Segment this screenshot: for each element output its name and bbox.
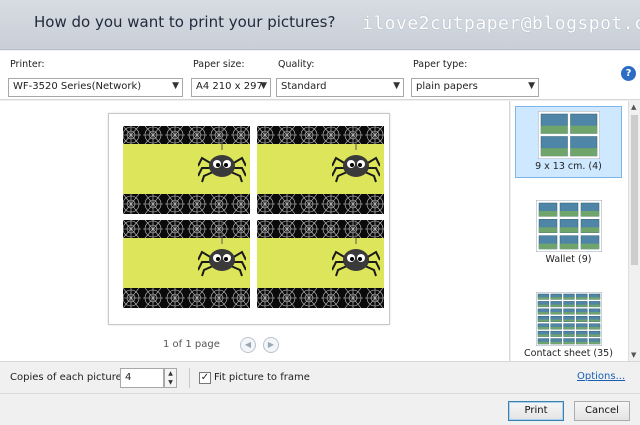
copies-label: Copies of each picture: [10,372,126,383]
print-button[interactable]: Print [508,401,564,421]
layout-option-contact-sheet[interactable]: Contact sheet (35) [515,288,622,360]
options-bar: Copies of each picture: 4 ▲ ▼ ✓ Fit pict… [0,361,640,393]
layout-list: 9 x 13 cm. (4) Wallet (9) Contact sheet … [511,101,628,361]
options-link[interactable]: Options... [577,371,625,382]
dialog-footer: Print Cancel [0,393,640,425]
layout-scrollbar[interactable]: ▲ ▼ [628,101,640,361]
preview-picture [123,220,250,308]
layout-thumbnail [537,111,600,159]
print-preview-area: 1 of 1 page ◀ ▶ [0,101,510,361]
spiderweb-pattern [257,193,384,214]
layout-caption: Contact sheet (35) [524,348,613,359]
layout-caption: Wallet (9) [545,254,592,265]
layout-caption: 9 x 13 cm. (4) [535,161,602,172]
spider-icon [331,220,381,283]
chevron-down-icon: ▼ [172,81,179,91]
layout-option-wallet[interactable]: Wallet (9) [515,196,622,268]
paper-size-value: A4 210 x 297 [196,81,263,92]
preview-picture [257,126,384,214]
paper-type-label: Paper type: [413,59,468,70]
layout-option-9x13[interactable]: 9 x 13 cm. (4) [515,106,622,178]
scroll-down-icon[interactable]: ▼ [631,351,636,359]
paper-type-value: plain papers [416,81,478,92]
preview-picture [257,220,384,308]
quality-value: Standard [281,81,327,92]
preview-page [108,113,390,325]
dialog-title: How do you want to print your pictures? [34,13,336,31]
fit-picture-checkbox[interactable]: ✓ [199,372,211,384]
copies-stepper[interactable]: ▲ ▼ [164,368,177,388]
quality-dropdown[interactable]: Standard ▼ [276,78,404,97]
layout-thumbnail [535,292,602,346]
dialog-header: How do you want to print your pictures? … [0,0,640,50]
copies-input[interactable]: 4 [120,368,164,388]
spiderweb-pattern [123,287,250,308]
cancel-button[interactable]: Cancel [574,401,630,421]
spider-icon [331,126,381,189]
watermark-text: ilove2cutpaper@blogspot.com [362,13,640,34]
chevron-down-icon: ▼ [393,81,400,91]
arrow-right-icon[interactable]: ▶ [263,337,279,353]
spider-icon [197,220,247,283]
arrow-left-icon[interactable]: ◀ [240,337,256,353]
paper-type-dropdown[interactable]: plain papers ▼ [411,78,539,97]
spiderweb-pattern [257,287,384,308]
chevron-down-icon: ▼ [260,81,267,91]
printer-dropdown[interactable]: WF-3520 Series(Network) ▼ [8,78,183,97]
quality-label: Quality: [278,59,315,70]
preview-picture [123,126,250,214]
spider-icon [197,126,247,189]
print-settings-toolbar: Printer: WF-3520 Series(Network) ▼ Paper… [0,51,640,100]
fit-picture-label: Fit picture to frame [214,372,310,383]
layout-thumbnail [535,200,602,252]
chevron-up-icon[interactable]: ▲ [165,369,176,378]
scroll-up-icon[interactable]: ▲ [631,103,636,111]
paper-size-label: Paper size: [193,59,245,70]
help-icon[interactable]: ? [621,66,636,81]
spiderweb-pattern [123,193,250,214]
printer-value: WF-3520 Series(Network) [13,81,142,92]
chevron-down-icon[interactable]: ▼ [165,378,176,387]
page-count: 1 of 1 page [163,339,220,350]
chevron-down-icon: ▼ [528,81,535,91]
printer-label: Printer: [10,59,45,70]
divider [189,368,190,388]
paper-size-dropdown[interactable]: A4 210 x 297 ▼ [191,78,271,97]
scrollbar-thumb[interactable] [631,115,638,265]
